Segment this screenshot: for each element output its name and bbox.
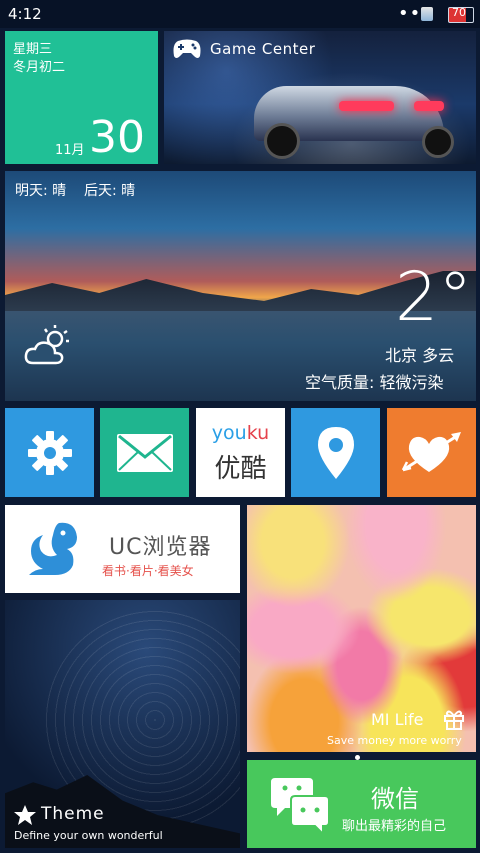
car-wheel: [264, 123, 300, 159]
youku-logo: youku: [211, 422, 270, 444]
uc-title: UC浏览器: [109, 535, 212, 560]
gamepad-icon: [172, 38, 202, 64]
theme-title: Theme: [41, 804, 105, 824]
calendar-tile[interactable]: 星期三 冬月初二 11月 30: [5, 31, 158, 164]
notification-app-icon: [421, 7, 433, 21]
gift-icon: [443, 708, 465, 734]
car-taillight: [339, 101, 394, 111]
youku-tile[interactable]: youku 优酷: [196, 408, 285, 497]
weather-forecast: 明天: 晴 后天: 晴: [15, 183, 136, 199]
day-number: 30: [89, 112, 145, 163]
temperature: 2°: [395, 258, 473, 337]
lunar-date-label: 冬月初二: [13, 60, 66, 75]
wechat-tile[interactable]: 微信 聊出最精彩的自己: [247, 760, 476, 848]
gear-icon: [5, 408, 94, 497]
battery-level: 70: [452, 6, 466, 19]
city-condition: 北京 多云: [385, 346, 455, 365]
heart-arrow-icon: [387, 408, 476, 497]
cloud-sun-icon: [23, 323, 73, 373]
status-time: 4:12: [8, 5, 42, 23]
status-bar: 4:12 ••• 70: [0, 0, 480, 28]
maps-tile[interactable]: [291, 408, 380, 497]
settings-tile[interactable]: [5, 408, 94, 497]
weather-tile[interactable]: 明天: 晴 后天: 晴 2° 北京 多云 空气质量: 轻微污染: [5, 171, 476, 401]
car-wheel: [422, 126, 454, 158]
mail-icon: [100, 408, 189, 497]
weekday-label: 星期三: [13, 42, 53, 57]
chat-bubbles-icon: [269, 774, 333, 840]
wechat-subtitle: 聊出最精彩的自己: [342, 819, 447, 834]
month-label: 11月: [55, 143, 85, 158]
map-pin-icon: [291, 408, 380, 497]
mi-life-subtitle: Save money more worry: [327, 734, 462, 747]
star-icon: [13, 804, 37, 830]
mi-life-title: MI Life: [371, 710, 424, 729]
air-quality: 空气质量: 轻微污染: [305, 373, 444, 392]
mail-tile[interactable]: [100, 408, 189, 497]
squirrel-icon: [19, 517, 85, 583]
game-center-label: Game Center: [210, 40, 316, 58]
uc-subtitle: 看书·看片·看美女: [102, 564, 194, 578]
theme-tile[interactable]: Theme Define your own wonderful: [5, 600, 240, 848]
youku-name: 优酷: [214, 454, 267, 484]
love-tile[interactable]: [387, 408, 476, 497]
wechat-title: 微信: [371, 785, 419, 813]
game-center-tile[interactable]: Game Center: [164, 31, 476, 164]
theme-subtitle: Define your own wonderful: [14, 829, 163, 842]
uc-browser-tile[interactable]: UC浏览器 看书·看片·看美女: [5, 505, 240, 593]
car-taillight: [414, 101, 444, 111]
mi-life-tile[interactable]: MI Life Save money more worry: [247, 505, 476, 752]
